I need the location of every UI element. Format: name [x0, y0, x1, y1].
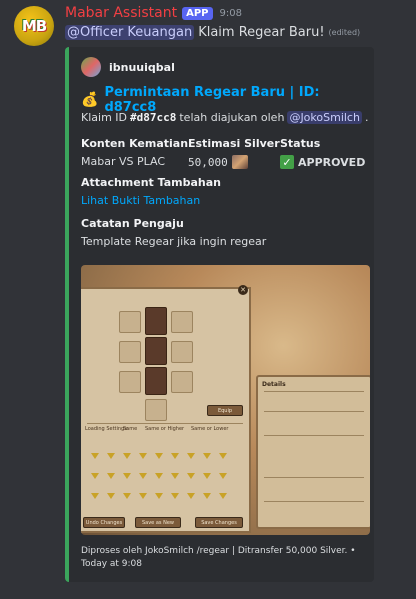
details-panel: Details [256, 375, 370, 529]
message-text: Klaim Regear Baru! [198, 25, 325, 40]
gear-slot [171, 311, 193, 333]
app-badge: APP [182, 6, 213, 20]
gear-slot [145, 337, 167, 365]
user-mention[interactable]: @JokoSmilch [287, 111, 362, 124]
gear-slot [145, 367, 167, 395]
chevron-down-icon [187, 473, 195, 479]
divider [264, 477, 364, 478]
field-name: Attachment Tambahan [81, 176, 221, 189]
equip-button: Equip [207, 405, 243, 416]
chevron-down-icon [203, 453, 211, 459]
gear-slot [119, 311, 141, 333]
higher-label: Same or Higher [145, 426, 185, 432]
desc-mid: telah diajukan oleh [179, 111, 285, 124]
field-value: Mabar VS PLAC [81, 155, 166, 168]
chevron-down-icon [107, 493, 115, 499]
timestamp[interactable]: 9:08 [220, 8, 242, 19]
chevron-down-icon [203, 493, 211, 499]
chevron-down-icon [155, 453, 163, 459]
author-name: ibnuuiqbal [109, 60, 175, 74]
chevron-down-icon [107, 453, 115, 459]
field-value: 50,000 [188, 155, 280, 169]
chevron-down-icon [155, 493, 163, 499]
role-mention[interactable]: @Officer Keuangan [65, 25, 195, 40]
chevron-down-icon [171, 473, 179, 479]
desc-end: . [364, 111, 369, 124]
embed-footer: Diproses oleh JokoSmilch /regear | Ditra… [81, 546, 356, 569]
chevron-down-icon [91, 473, 99, 479]
embed-description: Klaim ID #d87cc8 telah diajukan oleh @Jo… [81, 111, 368, 124]
chevron-down-icon [155, 473, 163, 479]
field-value: ✓ APPROVED [280, 155, 365, 169]
chevron-down-icon [139, 493, 147, 499]
chevron-down-icon [219, 493, 227, 499]
close-icon: ✕ [238, 285, 248, 295]
divider [264, 501, 364, 502]
author-avatar [81, 57, 101, 77]
field-attachment: Attachment Tambahan Lihat Bukti Tambahan [81, 176, 221, 207]
claim-id: #d87cc8 [130, 111, 177, 124]
field-name: Status [280, 137, 321, 150]
chevron-down-icon [139, 473, 147, 479]
chevron-down-icon [187, 493, 195, 499]
field-value: Template Regear jika ingin regear [81, 235, 267, 248]
chevron-down-icon [107, 473, 115, 479]
embed: ibnuuiqbal 💰 Permintaan Regear Baru | ID… [65, 47, 374, 582]
undo-changes-button: Undo Changes [83, 517, 125, 528]
field-name: Konten Kematian [81, 137, 189, 150]
gear-slot [145, 307, 167, 335]
embed-image[interactable]: Equip Loading Settings: Same Same or Hig… [81, 265, 370, 535]
message-content: @Officer Keuangan Klaim Regear Baru! (ed… [65, 25, 360, 40]
chevron-down-icon [219, 473, 227, 479]
loadout-panel: Equip Loading Settings: Same Same or Hig… [81, 287, 251, 533]
gear-slot [171, 341, 193, 363]
gear-slot [119, 341, 141, 363]
chevron-down-icon [91, 453, 99, 459]
details-title: Details [262, 381, 286, 388]
message-header: Mabar Assistant APP 9:08 [65, 5, 242, 21]
chevron-down-icon [123, 453, 131, 459]
edited-label: (edited) [328, 28, 361, 37]
check-mark-icon: ✓ [280, 155, 294, 169]
save-changes-button: Save Changes [195, 517, 243, 528]
chevron-down-icon [203, 473, 211, 479]
same-label: Same [123, 426, 138, 432]
save-new-button: Save as New [135, 517, 181, 528]
embed-author: ibnuuiqbal [81, 57, 175, 77]
status-value: APPROVED [298, 155, 366, 169]
username[interactable]: Mabar Assistant [65, 5, 177, 21]
desc-prefix: Klaim ID [81, 111, 127, 124]
chevron-down-icon [219, 453, 227, 459]
field-catatan: Catatan Pengaju Template Regear jika ing… [81, 217, 266, 248]
settings-label: Loading Settings: [85, 426, 129, 432]
lower-label: Same or Lower [191, 426, 229, 432]
chevron-down-icon [187, 453, 195, 459]
gear-slot [145, 399, 167, 421]
divider [264, 411, 364, 412]
chevron-down-icon [91, 493, 99, 499]
chevron-down-icon [171, 453, 179, 459]
field-name: Estimasi Silver [188, 137, 280, 150]
divider [264, 391, 364, 392]
gear-slot [119, 371, 141, 393]
gear-slot [171, 371, 193, 393]
bot-avatar[interactable]: MB [14, 6, 54, 46]
chevron-down-icon [171, 493, 179, 499]
field-konten: Konten Kematian Mabar VS PLAC [81, 137, 188, 168]
divider [264, 435, 364, 436]
silver-amount: 50,000 [188, 155, 228, 169]
field-silver: Estimasi Silver 50,000 [188, 137, 280, 169]
silver-coin-icon [231, 155, 248, 169]
money-bag-icon: 💰 [81, 92, 99, 108]
field-status: Status ✓ APPROVED [280, 137, 365, 169]
chevron-down-icon [139, 453, 147, 459]
chevron-down-icon [123, 493, 131, 499]
divider [87, 423, 243, 424]
field-name: Catatan Pengaju [81, 217, 184, 230]
attachment-link[interactable]: Lihat Bukti Tambahan [81, 194, 221, 207]
chevron-down-icon [123, 473, 131, 479]
